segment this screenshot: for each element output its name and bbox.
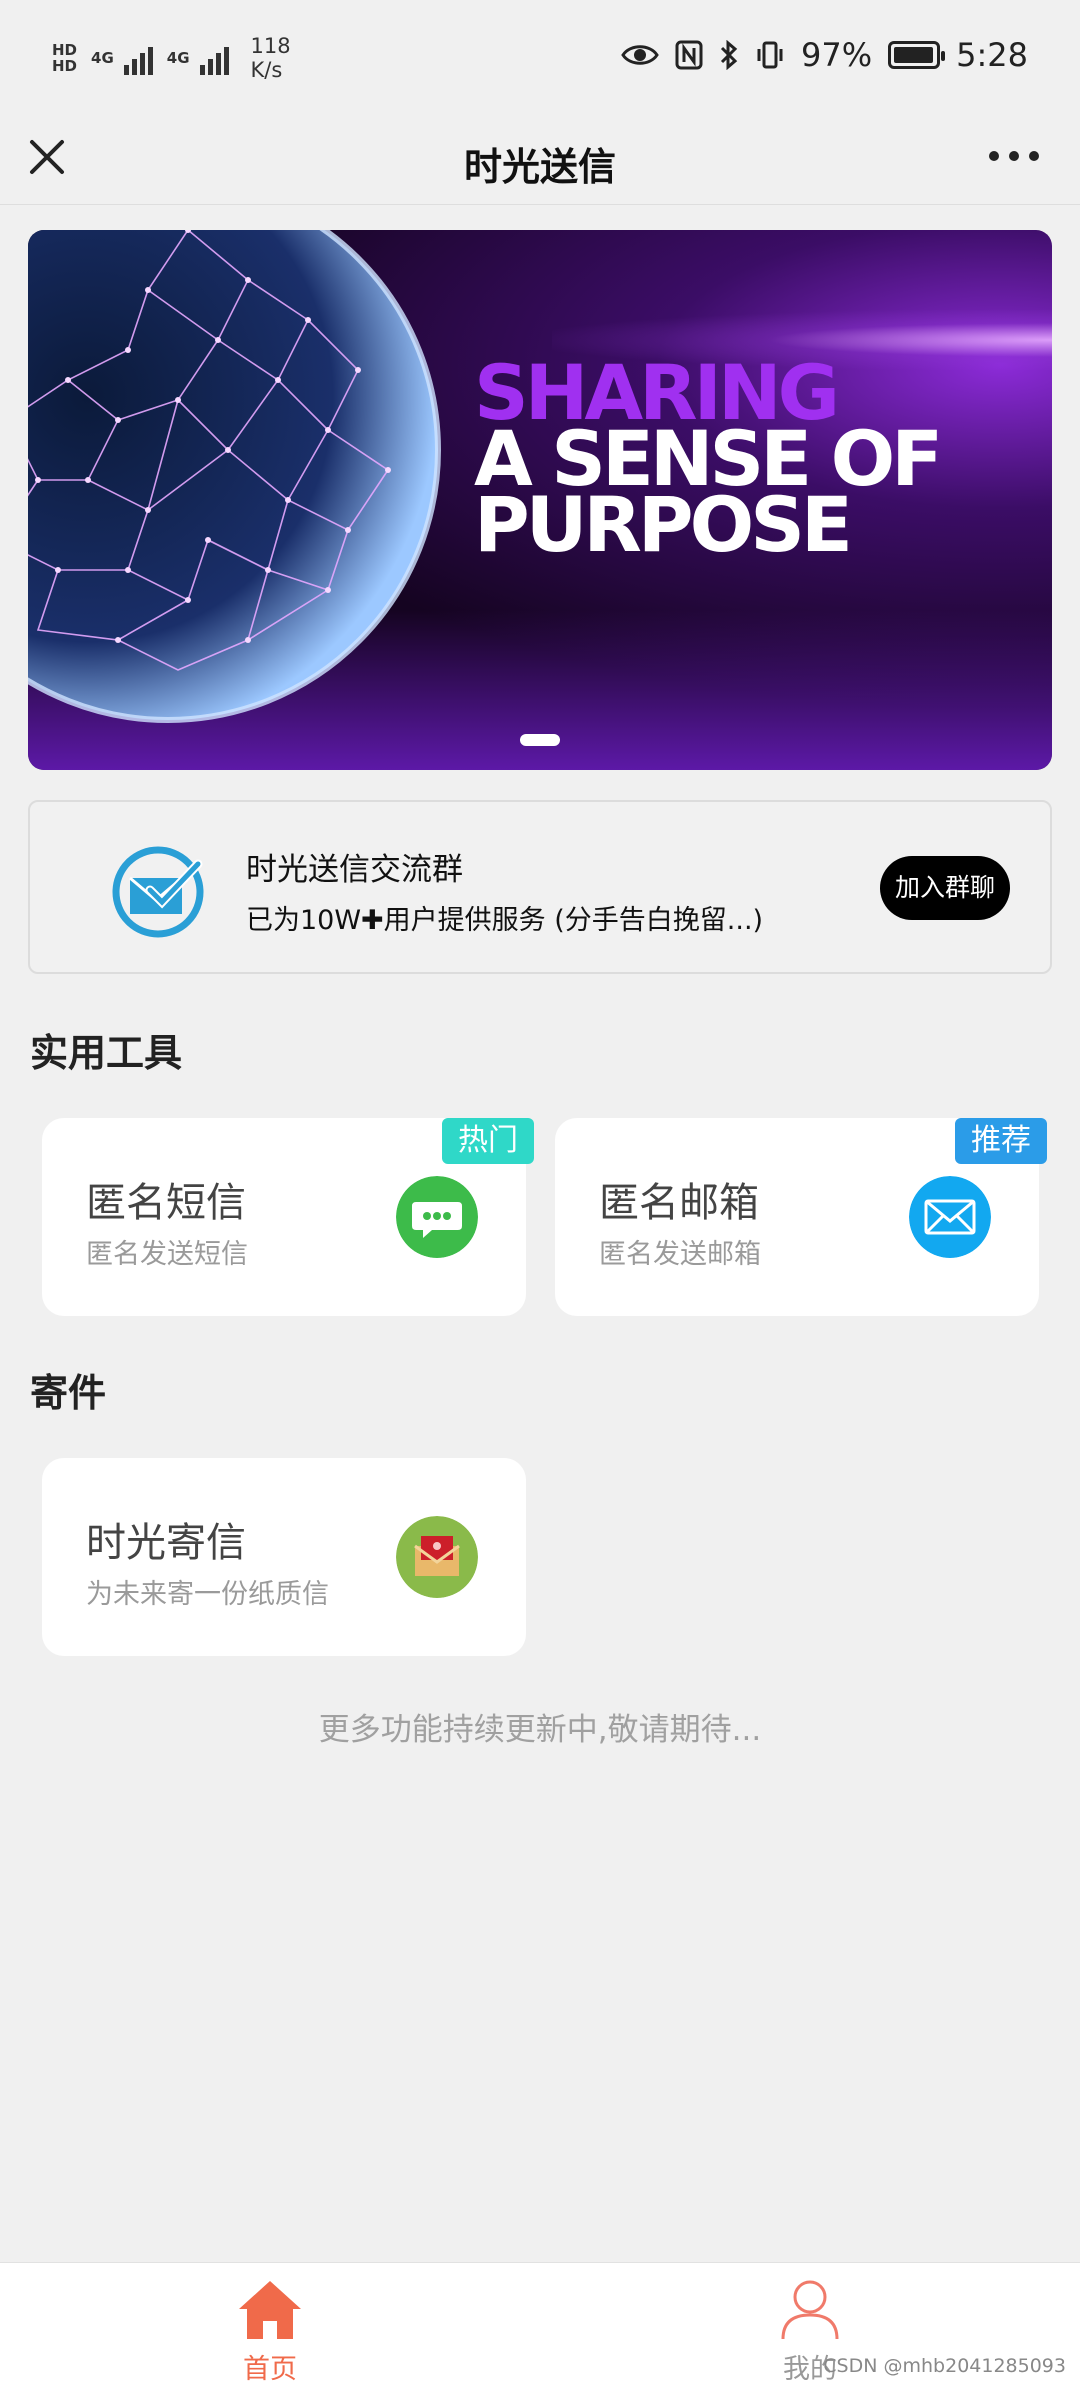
chat-bubble-icon: [396, 1176, 478, 1258]
signal-icon-2: [199, 41, 229, 75]
tool-name: 时光寄信: [86, 1520, 246, 1566]
tool-description: 匿名发送短信: [86, 1239, 248, 1270]
join-group-button[interactable]: 加入群聊: [880, 856, 1010, 920]
watermark: CSDN @mhb2041285093: [823, 2355, 1066, 2377]
group-logo-icon: [112, 846, 204, 938]
speed-value: 118: [250, 34, 291, 58]
tool-description: 为未来寄一份纸质信: [86, 1579, 329, 1610]
hot-badge: 热门: [442, 1118, 534, 1164]
time-letter-card[interactable]: 时光寄信 为未来寄一份纸质信: [42, 1458, 526, 1656]
hd-label-bottom: HD: [52, 57, 78, 75]
anonymous-sms-card[interactable]: 匿名短信 匿名发送短信 热门: [42, 1118, 534, 1316]
globe-illustration: [28, 230, 441, 723]
tab-bar: 首页 我的 CSDN @mhb2041285093: [0, 2262, 1080, 2389]
banner-carousel[interactable]: SHARING A SENSE OF PURPOSE: [28, 230, 1052, 770]
letter-icon: [396, 1516, 478, 1598]
recommend-badge: 推荐: [955, 1118, 1047, 1164]
user-icon: [781, 2280, 839, 2340]
home-icon: [239, 2281, 301, 2339]
speed-unit: K/s: [250, 58, 283, 82]
section-title-tools: 实用工具: [30, 1031, 183, 1075]
bluetooth-icon: [720, 40, 738, 70]
tab-home-label: 首页: [243, 2354, 297, 2385]
anonymous-email-card[interactable]: 匿名邮箱 匿名发送邮箱 推荐: [555, 1118, 1047, 1316]
group-subtitle: 已为10W✚用户提供服务 (分手告白挽留...): [246, 905, 764, 936]
network-type-2: 4G: [166, 49, 190, 67]
more-icon[interactable]: [988, 146, 1040, 166]
hd-indicator: HD HD: [52, 42, 77, 74]
clock: 5:28: [956, 36, 1028, 74]
status-right: 97% 5:28: [621, 36, 1028, 74]
status-left: HD HD 4G 4G 118 K/s: [52, 34, 291, 82]
network-speed: 118 K/s: [251, 34, 291, 82]
banner-headline: SHARING A SENSE OF PURPOSE: [474, 355, 943, 563]
battery-percentage: 97%: [801, 36, 873, 74]
tool-name: 匿名短信: [86, 1180, 246, 1226]
vibrate-icon: [757, 41, 783, 69]
nav-bar: 时光送信: [0, 120, 1080, 205]
group-title: 时光送信交流群: [246, 852, 463, 888]
tab-home[interactable]: 首页: [170, 2273, 370, 2385]
section-title-mail: 寄件: [30, 1371, 107, 1415]
hd-label-top: HD: [52, 41, 78, 59]
carousel-indicator[interactable]: [520, 734, 560, 746]
eye-icon: [621, 45, 659, 65]
tool-name: 匿名邮箱: [599, 1180, 759, 1226]
network-type-1: 4G: [91, 49, 114, 67]
nfc-icon: [675, 40, 703, 70]
more-coming-note: 更多功能持续更新中,敬请期待...: [318, 1712, 762, 1748]
group-card[interactable]: 时光送信交流群 已为10W✚用户提供服务 (分手告白挽留...) 加入群聊: [28, 800, 1052, 974]
tool-description: 匿名发送邮箱: [599, 1239, 761, 1270]
envelope-icon: [909, 1176, 991, 1258]
signal-icon: [123, 41, 153, 75]
battery-icon: [888, 41, 946, 69]
page-title: 时光送信: [463, 145, 616, 189]
status-bar: HD HD 4G 4G 118 K/s 97% 5:28: [0, 0, 1080, 120]
